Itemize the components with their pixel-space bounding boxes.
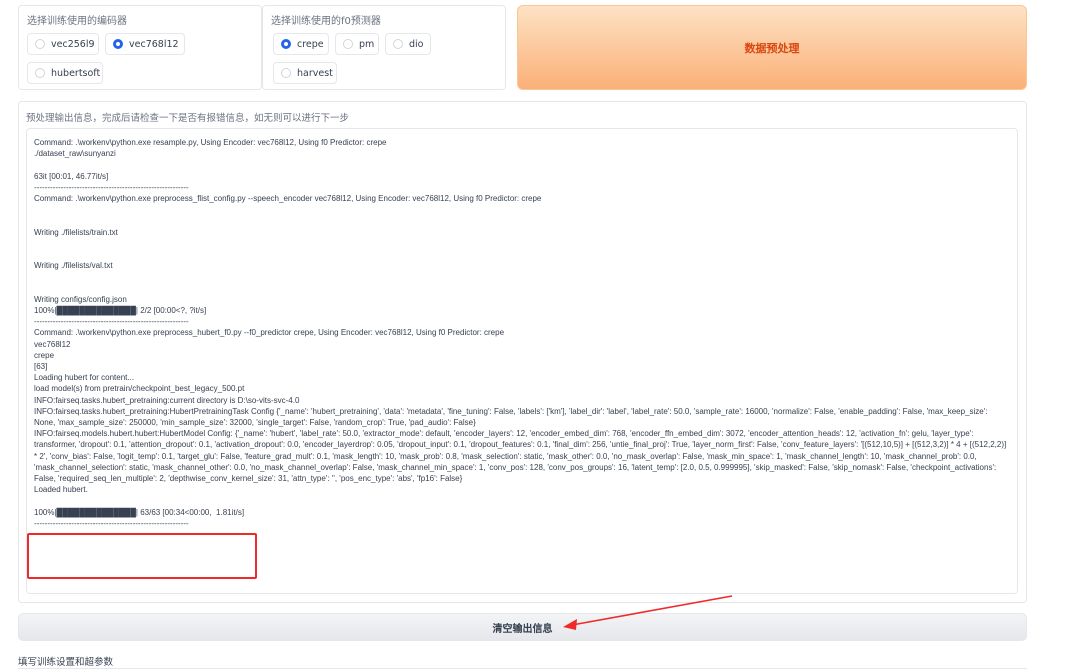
radio-icon [343,39,353,49]
radio-label: vec256l9 [51,38,95,50]
training-settings-heading: 填写训练设置和超参数 [18,657,114,668]
radio-icon [281,68,291,78]
f0-group-label: 选择训练使用的f0预测器 [271,16,381,27]
radio-icon [393,39,403,49]
output-log-textarea[interactable]: Command: .\workenv\python.exe resample.p… [26,128,1018,594]
radio-vec768l12[interactable]: vec768l12 [105,33,185,55]
radio-label: vec768l12 [129,38,179,50]
radio-label: dio [409,38,424,50]
output-label: 预处理输出信息，完成后请检查一下是否有报错信息，如无则可以进行下一步 [26,113,350,124]
radio-label: harvest [297,67,333,79]
radio-crepe[interactable]: crepe [273,33,329,55]
radio-label: hubertsoft [51,67,101,79]
radio-label: crepe [297,38,324,50]
encoder-panel: 选择训练使用的编码器 vec256l9 vec768l12 hubertsoft [18,5,262,90]
f0-panel: 选择训练使用的f0预测器 crepe pm dio harvest [262,5,506,90]
divider [18,668,1027,669]
radio-label: pm [359,38,375,50]
radio-icon [35,39,45,49]
highlight-box [27,533,257,579]
radio-checked-icon [281,39,291,49]
radio-vec256l9[interactable]: vec256l9 [27,33,99,55]
radio-dio[interactable]: dio [385,33,431,55]
encoder-group-label: 选择训练使用的编码器 [27,16,127,27]
preprocess-button[interactable]: 数据预处理 [517,5,1027,90]
radio-harvest[interactable]: harvest [273,62,337,84]
radio-checked-icon [113,39,123,49]
clear-output-button[interactable]: 清空输出信息 [18,613,1027,641]
output-log-text: Command: .\workenv\python.exe resample.p… [34,138,1007,528]
radio-icon [35,68,45,78]
radio-pm[interactable]: pm [335,33,379,55]
radio-hubertsoft[interactable]: hubertsoft [27,62,103,84]
